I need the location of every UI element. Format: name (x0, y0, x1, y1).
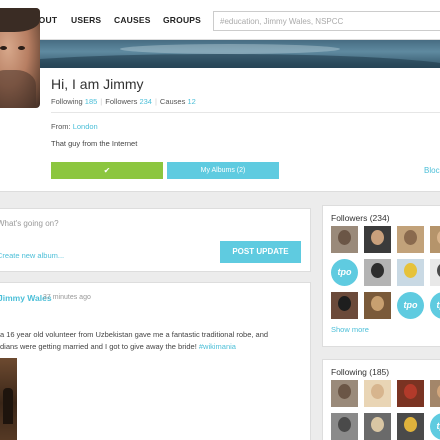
follow-status-button[interactable]: ✔ (51, 162, 163, 179)
causes-label: Causes (159, 97, 186, 106)
following-title: Following (185) (331, 367, 390, 377)
following-panel: Following (185) tpo (322, 359, 440, 440)
avatar-portrait (371, 230, 384, 245)
location-link[interactable]: London (73, 122, 98, 131)
following-avatar[interactable] (430, 380, 440, 407)
avatar-portrait (338, 230, 351, 245)
hashtag-link[interactable]: #wikimania (199, 342, 236, 351)
follower-avatar[interactable] (430, 259, 440, 286)
following-avatar[interactable] (397, 413, 424, 440)
follower-avatar[interactable] (397, 226, 424, 253)
nav-item-groups[interactable]: GROUPS (163, 15, 201, 25)
my-albums-button[interactable]: My Albums (2) (167, 162, 279, 179)
post-timestamp: 37 minutes ago (43, 294, 91, 301)
profile-divider (51, 112, 440, 113)
check-icon: ✔ (103, 166, 111, 175)
post-text-line-1: a 16 year old volunteer from Uzbekistan … (0, 330, 269, 339)
photo-figure (3, 388, 13, 424)
follower-avatar[interactable]: tpo (430, 292, 440, 319)
avatar-portrait (338, 296, 351, 311)
avatar-eye-left (0, 46, 7, 50)
tpo-logo: tpo (403, 300, 418, 310)
follower-avatar[interactable]: tpo (397, 292, 424, 319)
follower-avatar[interactable] (397, 259, 424, 286)
composer-input[interactable]: What's going on? (0, 219, 59, 228)
tpo-logo: tpo (436, 300, 440, 310)
causes-count-link[interactable]: 12 (187, 97, 195, 106)
following-avatar[interactable] (364, 380, 391, 407)
block-link[interactable]: Block (424, 166, 440, 175)
avatar-portrait (371, 384, 384, 399)
follower-avatar[interactable] (331, 226, 358, 253)
from-label: From: (51, 122, 71, 131)
post-text-line-2: dians were getting married and I got to … (0, 342, 197, 351)
profile-avatar[interactable] (0, 8, 40, 108)
follower-avatar[interactable] (364, 226, 391, 253)
feed-post: Jimmy Wales 37 minutes ago a 16 year old… (0, 282, 311, 440)
tpo-logo: tpo (337, 267, 352, 277)
nav-item-users[interactable]: USERS (71, 15, 101, 25)
follower-avatar[interactable] (364, 292, 391, 319)
follower-avatar[interactable]: tpo (331, 259, 358, 286)
nav-item-causes[interactable]: CAUSES (114, 15, 151, 25)
followers-title: Followers (234) (331, 213, 390, 223)
following-avatar[interactable]: tpo (430, 413, 440, 440)
followers-label: Followers (105, 97, 138, 106)
avatar-beard (0, 70, 36, 108)
post-photo[interactable] (0, 358, 17, 440)
following-label: Following (51, 97, 83, 106)
banner-highlight (120, 44, 340, 54)
search-input[interactable] (213, 11, 440, 31)
follower-avatar[interactable] (430, 226, 440, 253)
avatar-portrait (371, 263, 384, 278)
tpo-logo: tpo (436, 421, 440, 431)
avatar-portrait (404, 384, 417, 399)
stats-separator: | (100, 97, 103, 106)
follower-avatar[interactable] (364, 259, 391, 286)
avatar-portrait (371, 417, 384, 432)
post-text: a 16 year old volunteer from Uzbekistan … (0, 329, 305, 353)
avatar-portrait (338, 417, 351, 432)
stats-separator: | (154, 97, 157, 106)
avatar-portrait (404, 263, 417, 278)
following-avatar[interactable] (331, 380, 358, 407)
followers-count-link[interactable]: 234 (139, 97, 152, 106)
profile-location: From: London (51, 122, 98, 131)
followers-panel: Followers (234) tpo tpo tpo Show more (322, 205, 440, 347)
avatar-portrait (404, 230, 417, 245)
following-avatar[interactable] (397, 380, 424, 407)
profile-bio: That guy from the Internet (51, 139, 138, 148)
follower-avatar[interactable] (331, 292, 358, 319)
profile-greeting: Hi, I am Jimmy (51, 76, 144, 92)
top-nav: ME ABOUT USERS CAUSES GROUPS (0, 0, 440, 40)
post-update-button[interactable]: POST UPDATE (220, 241, 301, 263)
following-count-link[interactable]: 185 (85, 97, 98, 106)
avatar-eye-right (18, 46, 25, 50)
profile-stats: Following 185 | Followers 234 | Causes 12 (51, 97, 196, 106)
avatar-portrait (371, 296, 384, 311)
avatar-portrait (404, 417, 417, 432)
following-avatar[interactable] (364, 413, 391, 440)
post-composer: What's going on? Create new album... POS… (0, 208, 311, 272)
show-more-link[interactable]: Show more (331, 325, 369, 334)
avatar-portrait (338, 384, 351, 399)
create-album-link[interactable]: Create new album... (0, 251, 64, 260)
following-avatar[interactable] (331, 413, 358, 440)
